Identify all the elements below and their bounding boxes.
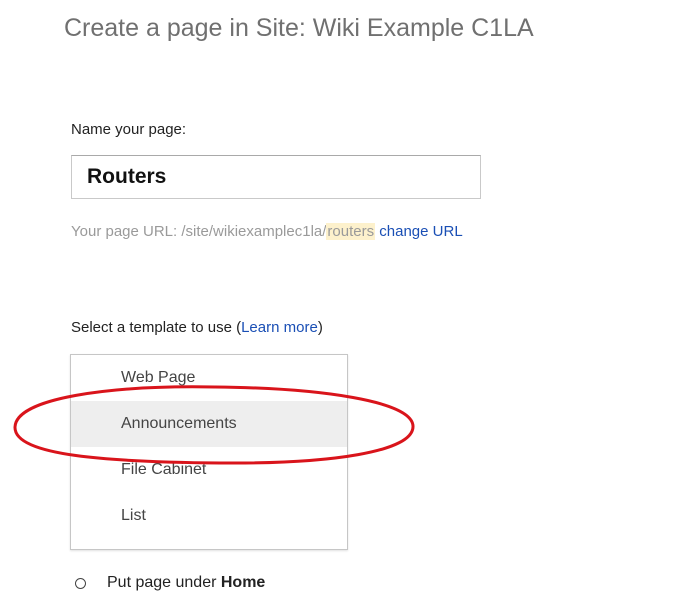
template-list[interactable]: Web Page Announcements File Cabinet List [70,354,348,550]
template-item-list[interactable]: List [71,493,347,539]
template-item-web-page[interactable]: Web Page [71,355,347,401]
page-title: Create a page in Site: Wiki Example C1LA [64,14,534,42]
page-url-slug: routers [326,223,376,240]
template-label-suffix: ) [317,319,323,336]
radio-label-target: Home [220,574,266,591]
radio-button[interactable] [75,577,86,589]
page-name-label: Name your page: [71,121,187,138]
template-item-file-cabinet[interactable]: File Cabinet [71,447,347,493]
template-item-announcements[interactable]: Announcements [71,401,347,447]
radio-label-prefix: Put page under [107,574,217,591]
page-name-input[interactable] [71,155,481,199]
template-label-prefix: Select a template to use ( [71,319,242,336]
put-under-home-radio-row[interactable]: Put page under Home [75,574,265,592]
change-url-link[interactable]: change URL [379,223,462,240]
learn-more-link[interactable]: Learn more [241,319,318,336]
page-url-line: Your page URL: /site/wikiexamplec1la/rou… [71,223,463,240]
page-url-prefix: Your page URL: /site/wikiexamplec1la/ [71,223,327,240]
template-label: Select a template to use (Learn more) [71,319,323,336]
